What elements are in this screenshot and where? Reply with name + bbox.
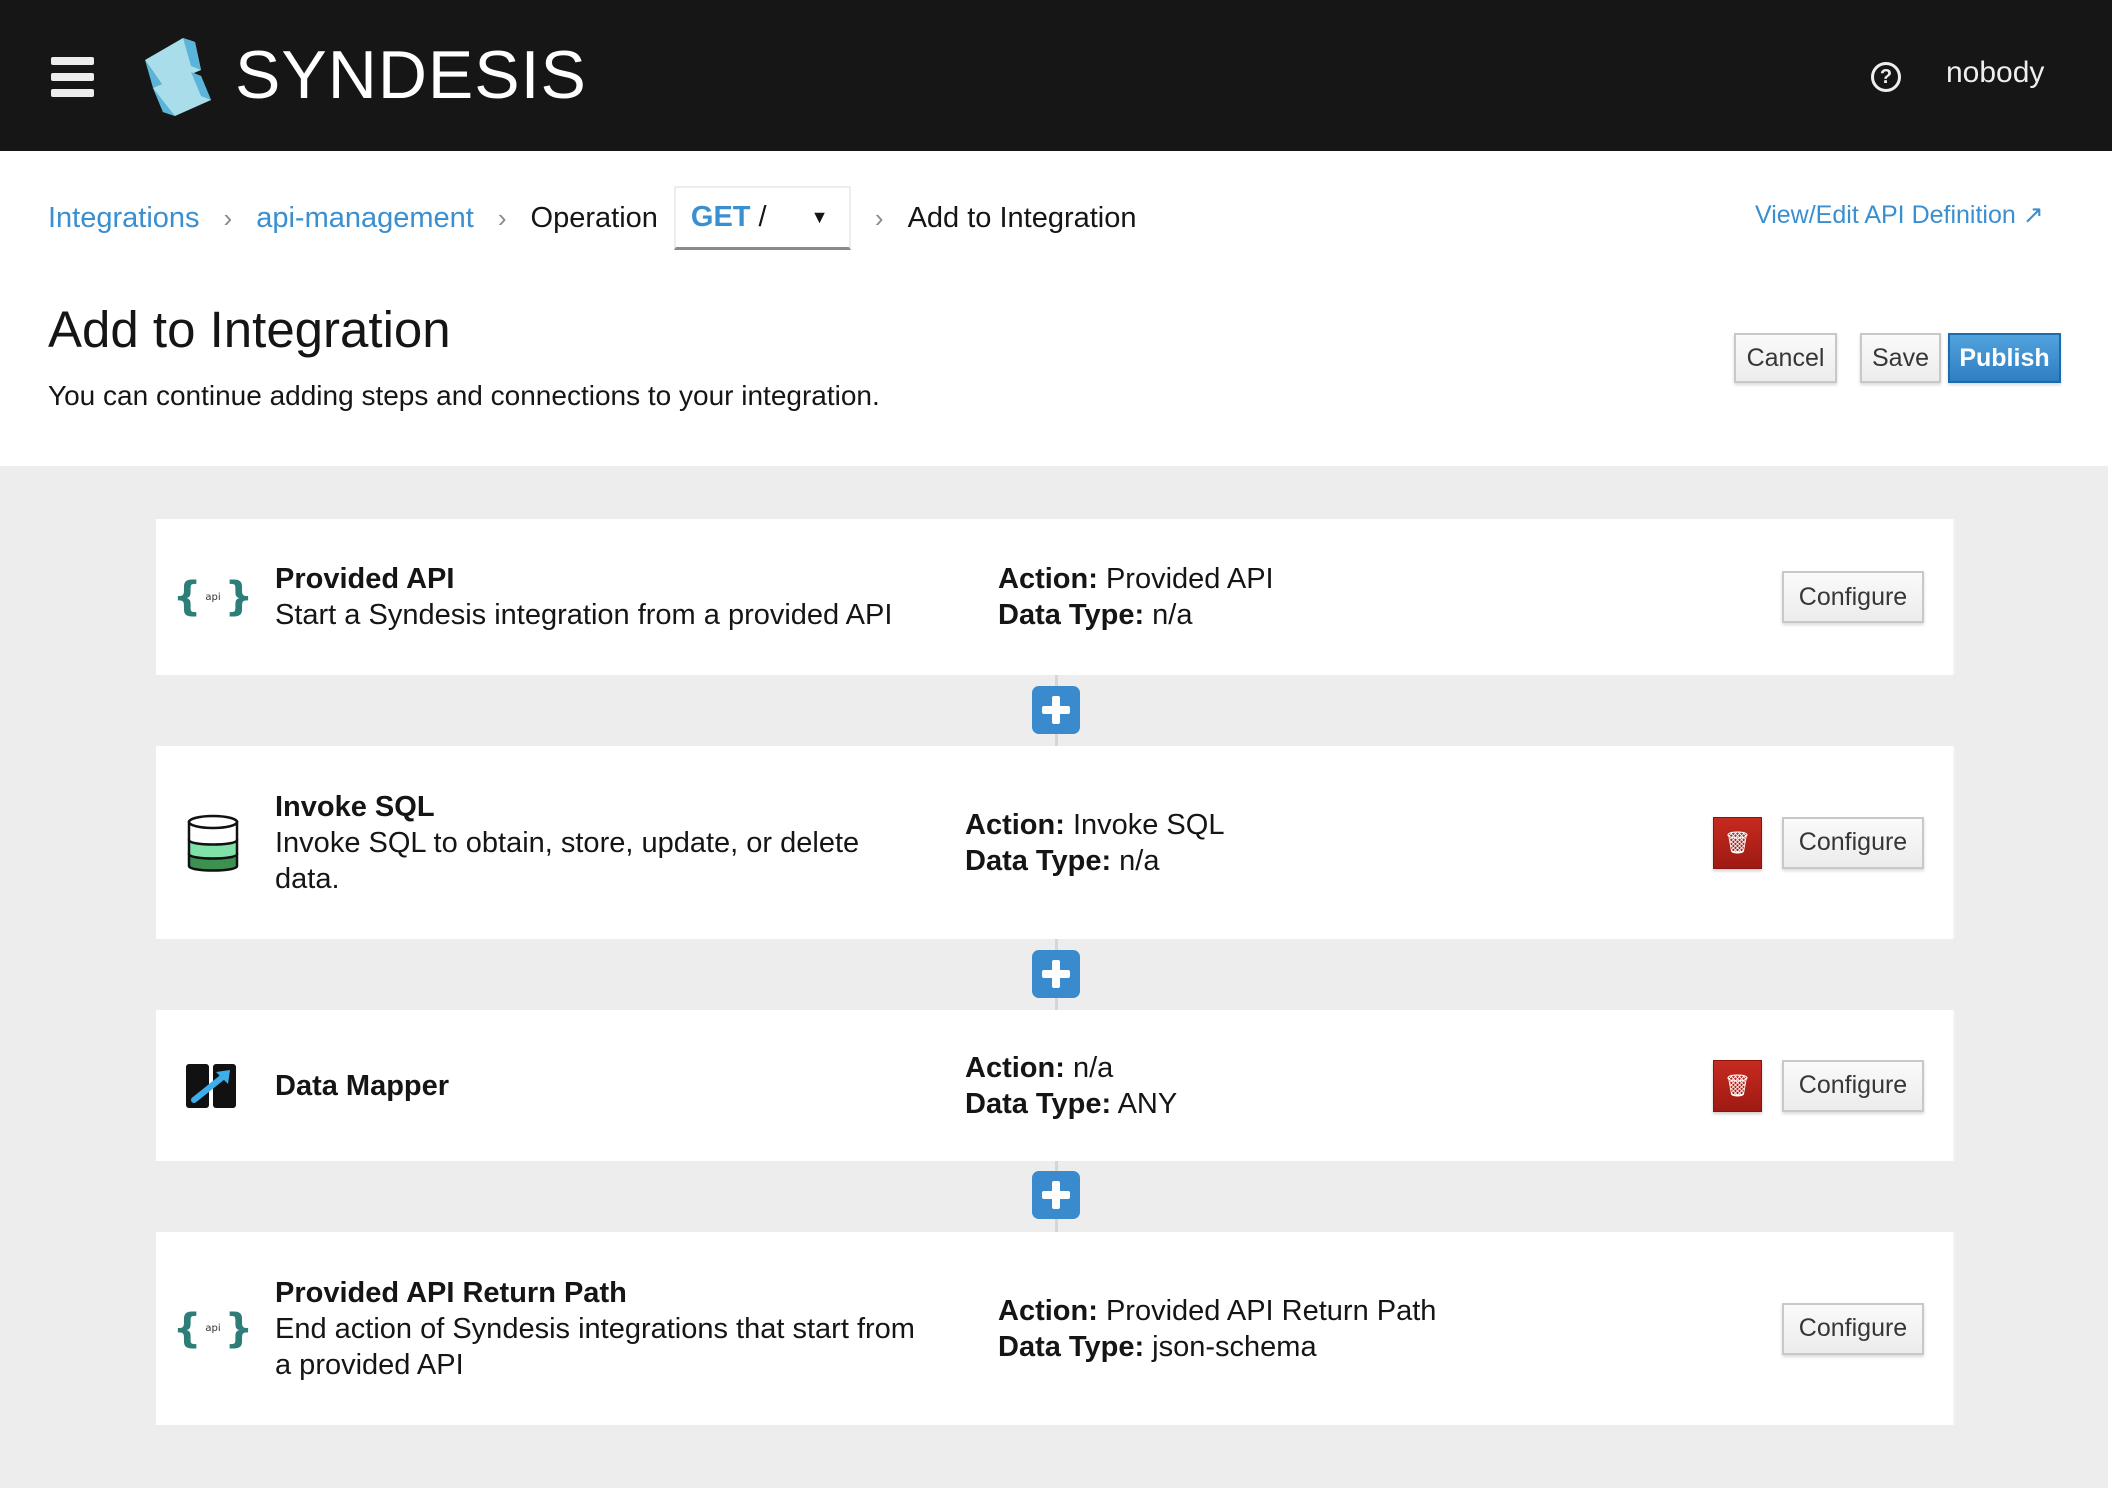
step-card-data-mapper: Data Mapper Action: n/a Data Type: ANY 🗑 …: [156, 1010, 1955, 1161]
api-icon: {api}: [172, 574, 254, 620]
step-card-provided-api-return-path: {api} Provided API Return Path End action…: [156, 1232, 1955, 1425]
configure-button[interactable]: Configure: [1782, 1302, 1924, 1355]
api-icon-text: api: [205, 1323, 221, 1334]
external-link-icon: ↗: [2022, 201, 2044, 229]
hamburger-menu-icon[interactable]: [51, 57, 94, 97]
operation-label: Operation: [530, 201, 658, 234]
data-type-label: Data Type:: [965, 1087, 1112, 1120]
add-step-button[interactable]: [1032, 686, 1080, 734]
operation-method: GET: [690, 201, 751, 233]
configure-button[interactable]: Configure: [1782, 816, 1924, 869]
data-mapper-icon: [186, 1063, 236, 1108]
trash-icon: 🗑: [1723, 1072, 1752, 1098]
caret-down-icon: ▼: [810, 207, 829, 227]
step-action: Provided API Return Path: [1105, 1294, 1437, 1327]
brand-name: SYNDESIS: [235, 37, 587, 113]
view-edit-label: View/Edit API Definition: [1755, 201, 2016, 229]
step-description: Start a Syndesis integration from a prov…: [275, 599, 893, 631]
step-data-type: n/a: [1119, 844, 1160, 877]
step-description: End action of Syndesis integrations that…: [275, 1312, 915, 1381]
step-title: Provided API: [275, 563, 455, 595]
chevron-right-icon: ›: [223, 202, 233, 233]
step-title: Provided API Return Path: [275, 1276, 627, 1309]
view-edit-api-definition-link[interactable]: View/Edit API Definition ↗: [1755, 200, 2044, 230]
top-navbar: SYNDESIS ? nobody: [0, 0, 2112, 151]
step-action: Invoke SQL: [1072, 808, 1225, 841]
action-label: Action:: [965, 808, 1065, 841]
publish-button[interactable]: Publish: [1948, 333, 2061, 383]
action-label: Action:: [965, 1051, 1065, 1084]
configure-button[interactable]: Configure: [1782, 1059, 1924, 1112]
operation-path: /: [758, 201, 767, 233]
user-menu[interactable]: nobody: [1946, 56, 2044, 90]
breadcrumb: Integrations › api-management › Operatio…: [48, 186, 1137, 250]
data-type-label: Data Type:: [998, 1330, 1145, 1363]
breadcrumb-api-management[interactable]: api-management: [256, 202, 474, 235]
step-card-provided-api: {api} Provided API Start a Syndesis integ…: [156, 519, 1955, 675]
step-description: Invoke SQL to obtain, store, update, or …: [275, 826, 860, 895]
syndesis-logo-icon: [145, 38, 211, 116]
trash-icon: 🗑: [1723, 829, 1752, 855]
delete-step-button[interactable]: 🗑: [1713, 1059, 1762, 1112]
step-title: Invoke SQL: [275, 790, 435, 823]
action-label: Action:: [998, 563, 1098, 595]
api-icon: {api}: [172, 1305, 254, 1352]
cancel-button[interactable]: Cancel: [1734, 333, 1837, 383]
chevron-right-icon: ›: [874, 202, 884, 233]
operation-dropdown[interactable]: GET / ▼: [673, 186, 851, 250]
page-subtitle: You can continue adding steps and connec…: [48, 380, 880, 411]
add-step-button[interactable]: [1032, 950, 1080, 998]
page-title: Add to Integration: [48, 301, 451, 358]
chevron-right-icon: ›: [497, 202, 507, 233]
save-button[interactable]: Save: [1860, 333, 1941, 383]
breadcrumb-current: Add to Integration: [907, 201, 1137, 234]
action-label: Action:: [998, 1294, 1098, 1327]
step-data-type: n/a: [1152, 599, 1193, 631]
data-type-label: Data Type:: [965, 844, 1112, 877]
step-action: Provided API: [1105, 563, 1274, 595]
help-icon[interactable]: ?: [1871, 62, 1901, 92]
api-icon-text: api: [205, 591, 221, 603]
add-step-button[interactable]: [1032, 1171, 1080, 1219]
step-action: n/a: [1072, 1051, 1114, 1084]
delete-step-button[interactable]: 🗑: [1713, 816, 1762, 869]
step-card-invoke-sql: Invoke SQL Invoke SQL to obtain, store, u…: [156, 746, 1955, 939]
step-title: Data Mapper: [275, 1069, 450, 1102]
step-data-type: json-schema: [1152, 1330, 1317, 1363]
data-type-label: Data Type:: [998, 599, 1145, 631]
step-data-type: ANY: [1117, 1087, 1178, 1120]
configure-button[interactable]: Configure: [1782, 571, 1924, 623]
database-icon: [187, 814, 239, 872]
breadcrumb-integrations[interactable]: Integrations: [48, 202, 200, 235]
